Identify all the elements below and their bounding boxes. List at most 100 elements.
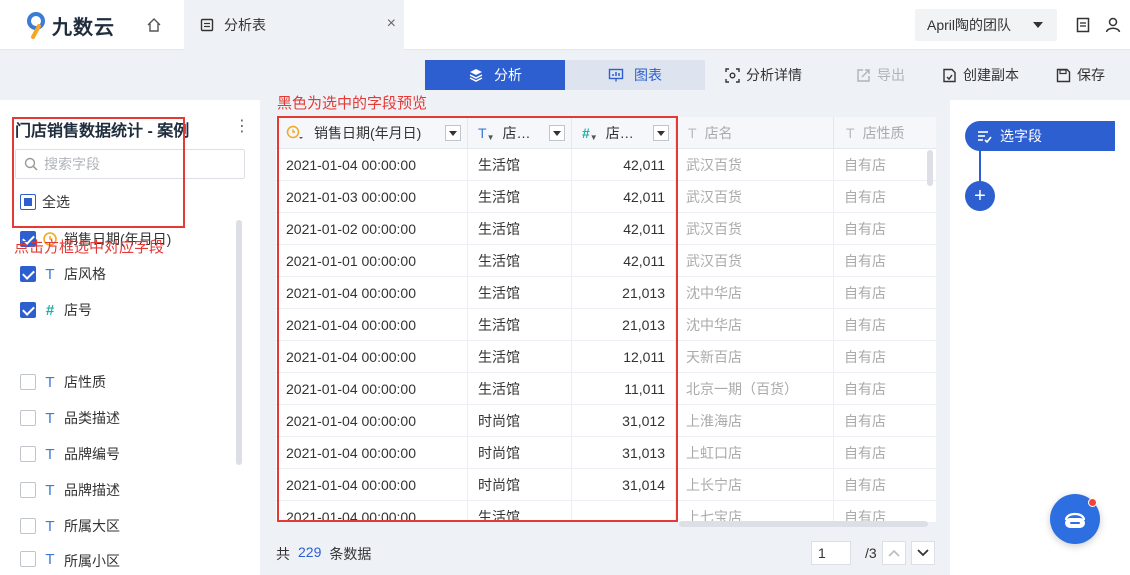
table-cell: 自有店 <box>844 253 886 269</box>
tab-analysis-table[interactable]: 分析表 × <box>184 0 404 50</box>
column-header-label: 店性质 <box>862 125 905 141</box>
field-label: 品牌描述 <box>64 482 120 498</box>
field-label: 所属大区 <box>64 518 120 534</box>
field-item[interactable]: T 店性质 <box>20 371 106 393</box>
analysis-detail-label: 分析详情 <box>746 67 802 83</box>
field-item[interactable]: T 品牌编号 <box>20 443 120 465</box>
text-type-icon: T <box>688 125 697 141</box>
table-cell: 自有店 <box>844 349 886 365</box>
analysis-button[interactable]: 分析 <box>425 60 565 90</box>
toolbar: 分析 图表 分析详情 导出 创建副本 保存 <box>0 50 1130 100</box>
analysis-label: 分析 <box>494 67 522 83</box>
more-icon[interactable]: ⋮ <box>234 116 250 136</box>
number-type-icon: # <box>45 301 55 319</box>
table-cell: 武汉百货 <box>676 181 834 213</box>
table-horizontal-scrollbar[interactable] <box>679 521 928 527</box>
close-icon[interactable]: × <box>387 15 396 33</box>
column-header-store-type: T 店性质 <box>834 117 936 149</box>
chart-icon <box>608 68 624 82</box>
field-label: 店风格 <box>64 266 106 282</box>
notification-dot <box>1088 498 1097 507</box>
table-cell: 自有店 <box>844 317 886 333</box>
field-item[interactable]: T 品类描述 <box>20 407 120 429</box>
text-type-icon: T <box>45 445 55 463</box>
create-copy-button[interactable]: 创建副本 <box>942 60 1019 90</box>
table-cell: 自有店 <box>844 477 886 493</box>
save-icon <box>1056 68 1071 82</box>
export-button[interactable]: 导出 <box>856 60 905 90</box>
save-button[interactable]: 保存 <box>1056 60 1105 90</box>
step-label: 选字段 <box>1000 128 1042 144</box>
step-select-fields[interactable]: 选字段 <box>965 121 1115 151</box>
text-type-icon: T <box>45 409 55 427</box>
text-type-icon: T <box>45 373 55 391</box>
text-type-icon: T <box>45 265 55 283</box>
logo-text: 九数云 <box>52 16 115 39</box>
steps-panel: 选字段 + <box>950 100 1130 575</box>
table-cell: 上淮海店 <box>676 405 834 437</box>
top-bar: 九数云 分析表 × April陶的团队 <box>0 0 1130 50</box>
chart-button[interactable]: 图表 <box>565 60 705 90</box>
focus-icon <box>725 67 740 83</box>
table-cell: 武汉百货 <box>676 149 834 181</box>
row-count: 共 229 条数据 <box>276 544 371 564</box>
chevron-down-icon <box>917 549 929 557</box>
logo-icon <box>27 12 45 39</box>
export-icon <box>857 68 870 82</box>
annotation-box-fields <box>12 117 185 228</box>
field-list-scrollbar[interactable] <box>236 220 242 465</box>
select-fields-icon <box>978 130 992 143</box>
field-checkbox[interactable] <box>20 518 36 534</box>
table-cell: 武汉百货 <box>676 213 834 245</box>
table-cell: 武汉百货 <box>676 245 834 277</box>
create-copy-label: 创建副本 <box>963 67 1019 83</box>
field-item[interactable]: T 店风格 <box>20 263 106 285</box>
row-count-value: 229 <box>298 544 322 560</box>
field-checkbox[interactable] <box>20 551 36 567</box>
analysis-detail-button[interactable]: 分析详情 <box>725 60 802 90</box>
table-cell: 北京一期（百货） <box>676 373 834 405</box>
table-cell: 自有店 <box>844 509 886 522</box>
add-step-button[interactable]: + <box>965 181 995 211</box>
column-header-store-name: T 店名 <box>676 117 834 149</box>
field-label: 所属小区 <box>64 553 120 569</box>
field-item[interactable]: T 品牌描述 <box>20 479 120 501</box>
table-cell: 上长宁店 <box>676 469 834 501</box>
field-label: 店号 <box>64 302 92 318</box>
table-cell: 天新百店 <box>676 341 834 373</box>
chevron-down-icon <box>1033 22 1043 28</box>
page-input[interactable]: 1 <box>811 541 851 565</box>
text-type-icon: T <box>45 517 55 535</box>
table-cell: 上虹口店 <box>676 437 834 469</box>
field-checkbox[interactable] <box>20 482 36 498</box>
layers-icon <box>469 69 483 82</box>
team-label: April陶的团队 <box>927 17 1012 33</box>
tab-label: 分析表 <box>224 17 266 33</box>
home-tab[interactable] <box>128 0 180 50</box>
field-item[interactable]: T 所属小区 <box>20 551 120 573</box>
team-selector[interactable]: April陶的团队 <box>915 9 1057 41</box>
table-cell: 自有店 <box>844 445 886 461</box>
field-checkbox[interactable] <box>20 302 36 318</box>
save-label: 保存 <box>1077 67 1105 83</box>
field-checkbox[interactable] <box>20 266 36 282</box>
next-page-button[interactable] <box>911 541 935 565</box>
clipboard-icon[interactable] <box>1074 16 1092 34</box>
table-cell: 自有店 <box>844 381 886 397</box>
field-item[interactable]: # 店号 <box>20 299 92 321</box>
file-icon <box>200 18 214 32</box>
field-label: 品牌编号 <box>64 446 120 462</box>
field-label: 店性质 <box>64 374 106 390</box>
user-icon[interactable] <box>1104 16 1122 34</box>
field-checkbox[interactable] <box>20 446 36 462</box>
app-logo[interactable]: 九数云 <box>24 11 115 39</box>
field-checkbox[interactable] <box>20 374 36 390</box>
table-vertical-scrollbar[interactable] <box>927 150 933 186</box>
field-checkbox[interactable] <box>20 410 36 426</box>
table-cell: 自有店 <box>844 189 886 205</box>
field-item[interactable]: T 所属大区 <box>20 515 120 537</box>
page-total: /3 <box>865 545 877 561</box>
home-icon <box>147 18 161 32</box>
prev-page-button[interactable] <box>882 541 906 565</box>
table-cell: 上七宝店 <box>676 501 834 522</box>
